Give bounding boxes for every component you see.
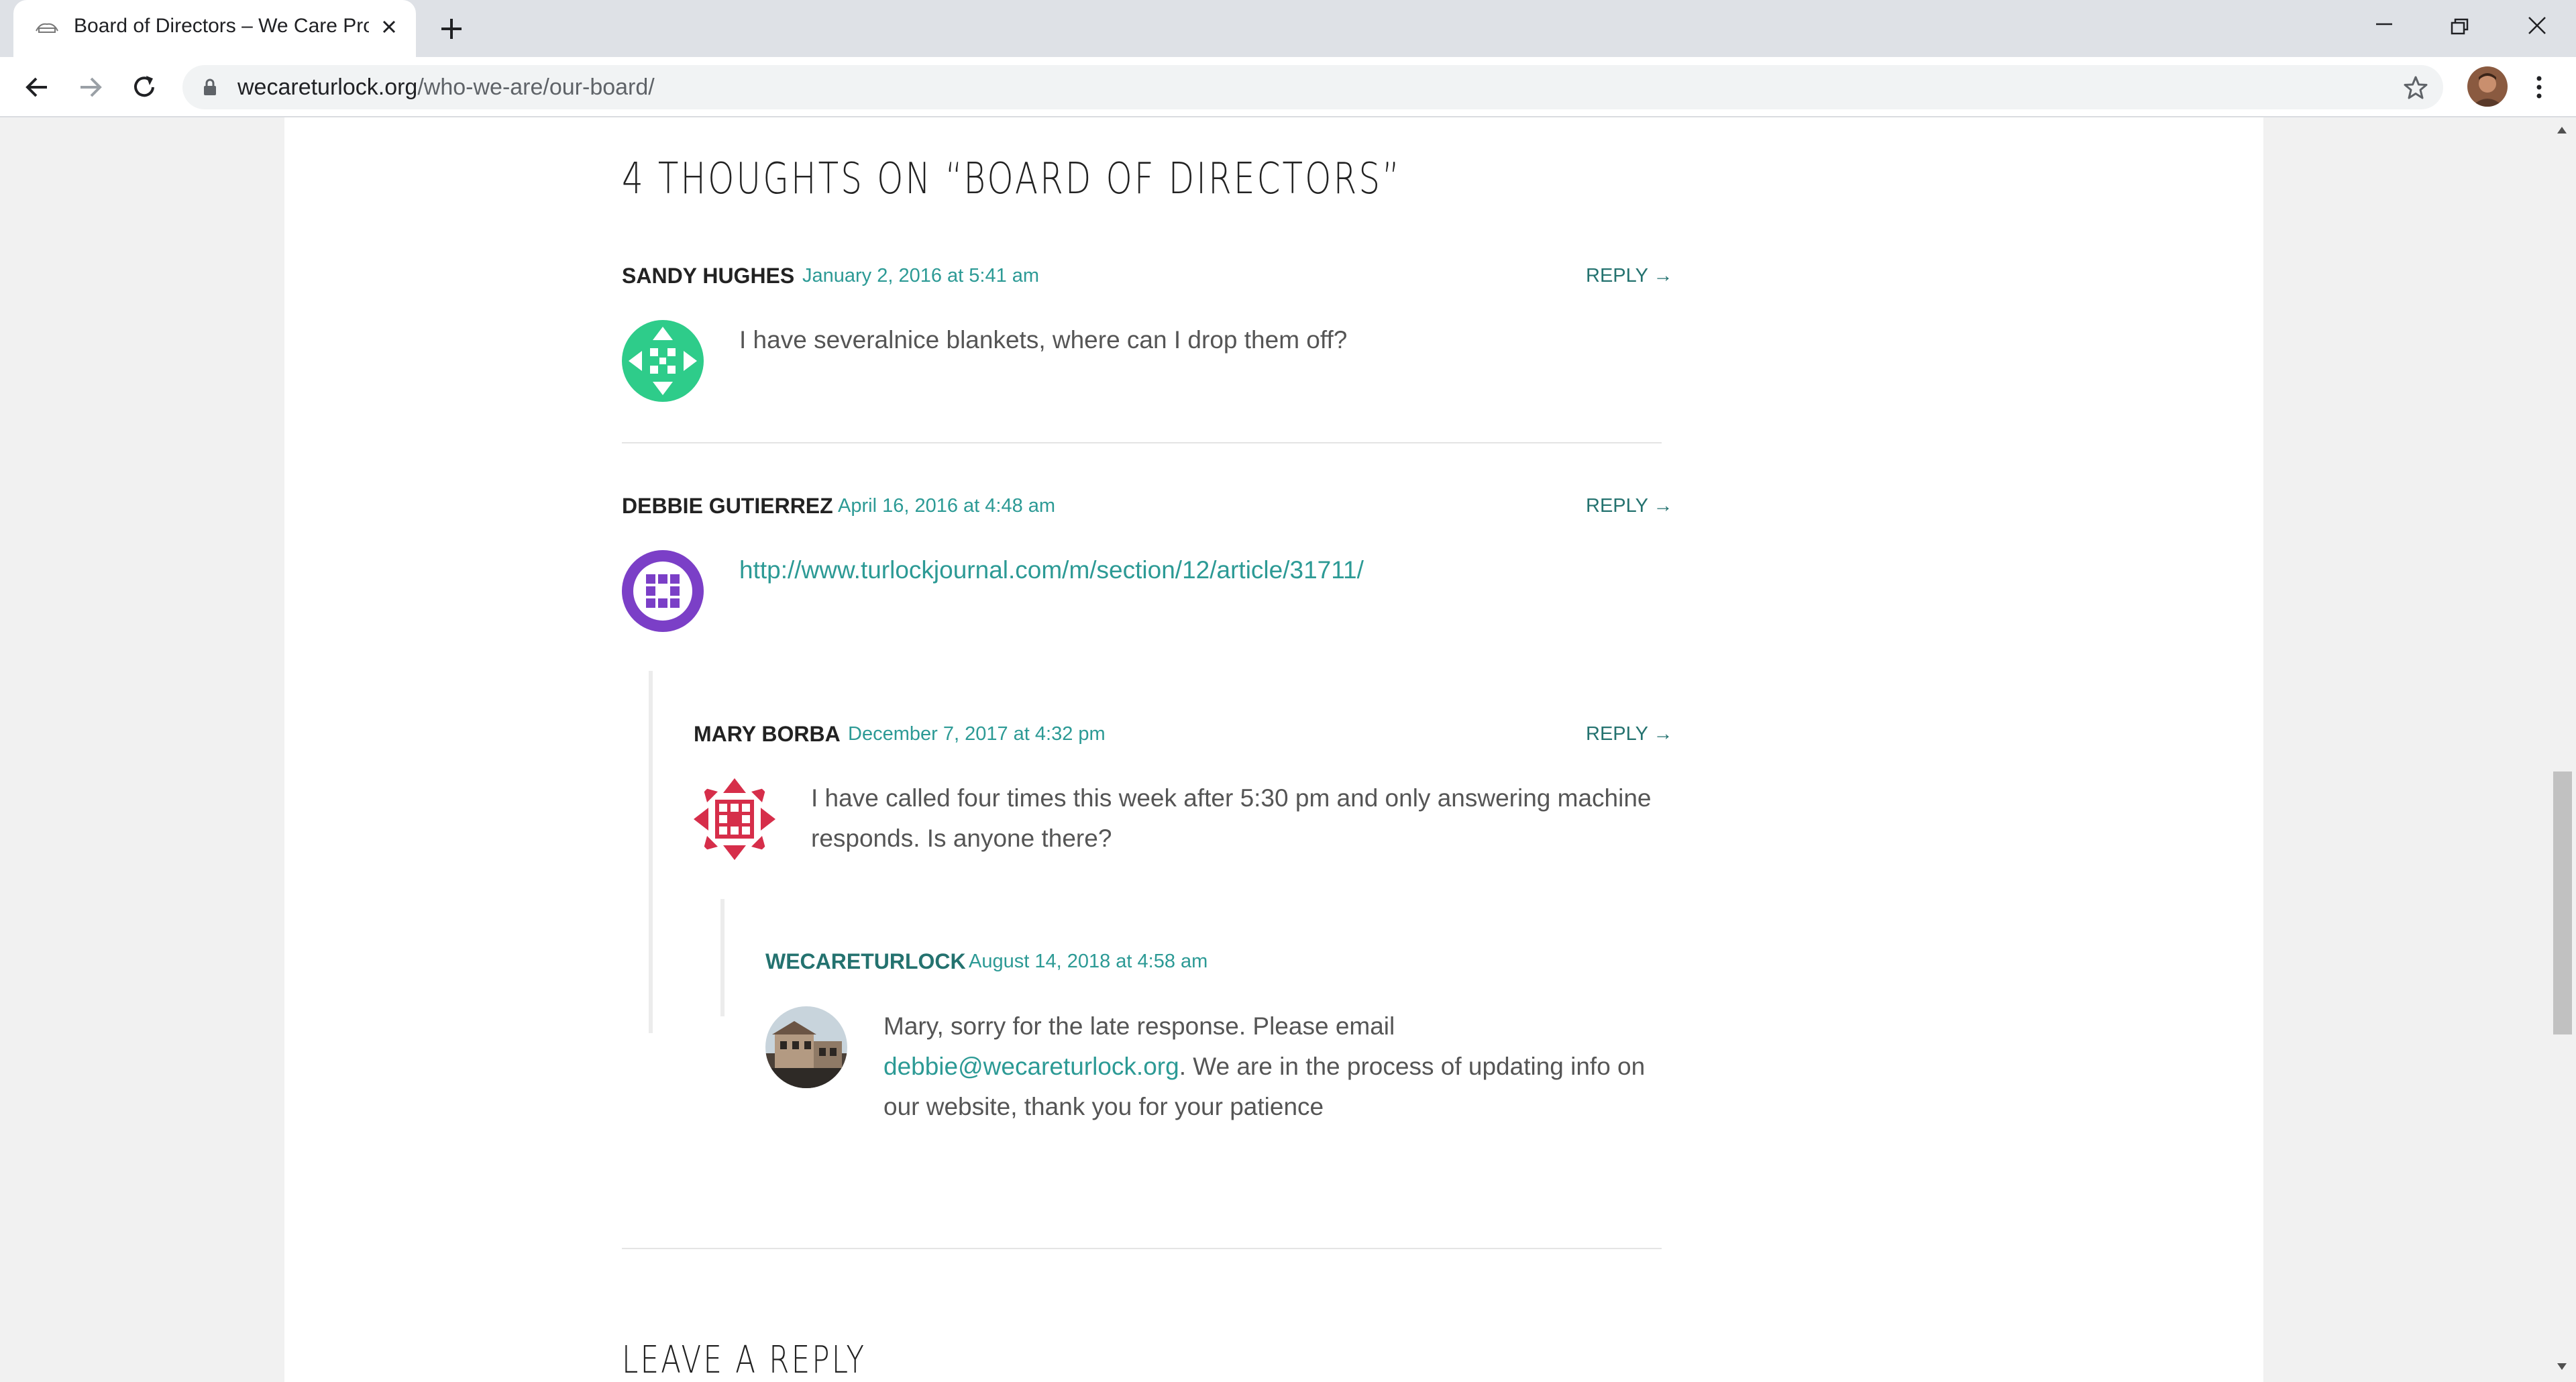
comment-date[interactable]: December 7, 2017 at 4:32 pm (848, 723, 1106, 745)
browser-tab-strip: Board of Directors – We Care Pro (0, 0, 2576, 57)
forward-icon[interactable] (74, 70, 107, 104)
reload-icon[interactable] (127, 70, 161, 104)
minimize-icon[interactable] (2364, 8, 2404, 48)
tab-close-icon[interactable] (376, 13, 402, 40)
scroll-up-arrow-icon[interactable] (2556, 125, 2568, 135)
comment-date[interactable]: April 16, 2016 at 4:48 am (838, 495, 1055, 517)
browser-tab[interactable]: Board of Directors – We Care Pro (13, 0, 416, 57)
avatar (622, 320, 704, 402)
avatar (622, 550, 704, 632)
lock-icon (204, 78, 216, 95)
comment-author[interactable]: MARY BORBA (694, 722, 841, 747)
comment-divider (622, 442, 1662, 443)
email-link[interactable]: debbie@wecareturlock.org (883, 1053, 1179, 1080)
comment-author[interactable]: DEBBIE GUTIERREZ (622, 494, 833, 519)
comment-date[interactable]: August 14, 2018 at 4:58 am (969, 951, 1208, 973)
scroll-down-arrow-icon[interactable] (2556, 1362, 2568, 1371)
restore-icon[interactable] (2439, 8, 2479, 48)
comment-divider (622, 1248, 1662, 1249)
reply-link[interactable]: REPLY → (1586, 495, 1672, 517)
comment-author[interactable]: WECARETURLOCK (765, 949, 966, 974)
avatar (765, 1006, 847, 1088)
reply-link[interactable]: REPLY → (1586, 723, 1672, 745)
new-tab-icon[interactable] (436, 13, 467, 44)
comment-text-before: Mary, sorry for the late response. Pleas… (883, 1012, 1395, 1040)
bookmark-star-icon[interactable] (2403, 75, 2428, 101)
reply-link[interactable]: REPLY → (1586, 265, 1672, 287)
browser-toolbar: wecareturlock.org/who-we-are/our-board/ (0, 57, 2576, 117)
page-viewport: 4 THOUGHTS ON “BOARD OF DIRECTORS” SANDY… (0, 117, 2576, 1382)
comment-text: Mary, sorry for the late response. Pleas… (883, 1006, 1662, 1127)
comments-title: 4 THOUGHTS ON “BOARD OF DIRECTORS” (622, 154, 1402, 204)
url-domain: wecareturlock.org (237, 74, 418, 100)
browser-menu-icon[interactable] (2522, 70, 2556, 104)
content-area: 4 THOUGHTS ON “BOARD OF DIRECTORS” SANDY… (284, 117, 2263, 1382)
comment-text: I have severalnice blankets, where can I… (739, 326, 1348, 354)
url-text: wecareturlock.org/who-we-are/our-board/ (237, 74, 655, 101)
comment-text: I have called four times this week after… (811, 784, 1652, 852)
comment-author[interactable]: SANDY HUGHES (622, 264, 794, 288)
comment-date[interactable]: January 2, 2016 at 5:41 am (802, 265, 1039, 287)
site-favicon-icon (36, 23, 58, 33)
thread-line (720, 899, 724, 1016)
leave-reply-heading: LEAVE A REPLY (622, 1338, 867, 1382)
avatar (694, 778, 775, 860)
thread-line (649, 671, 653, 1033)
url-path: /who-we-are/our-board/ (417, 74, 655, 100)
tab-title: Board of Directors – We Care Pro (74, 15, 369, 37)
profile-avatar[interactable] (2467, 66, 2508, 107)
comment-link[interactable]: http://www.turlockjournal.com/m/section/… (739, 550, 1364, 590)
address-bar[interactable]: wecareturlock.org/who-we-are/our-board/ (182, 65, 2443, 109)
close-window-icon[interactable] (2517, 8, 2557, 48)
page-scrollbar[interactable] (2548, 117, 2576, 1382)
back-icon[interactable] (20, 70, 54, 104)
scrollbar-thumb[interactable] (2553, 772, 2572, 1034)
